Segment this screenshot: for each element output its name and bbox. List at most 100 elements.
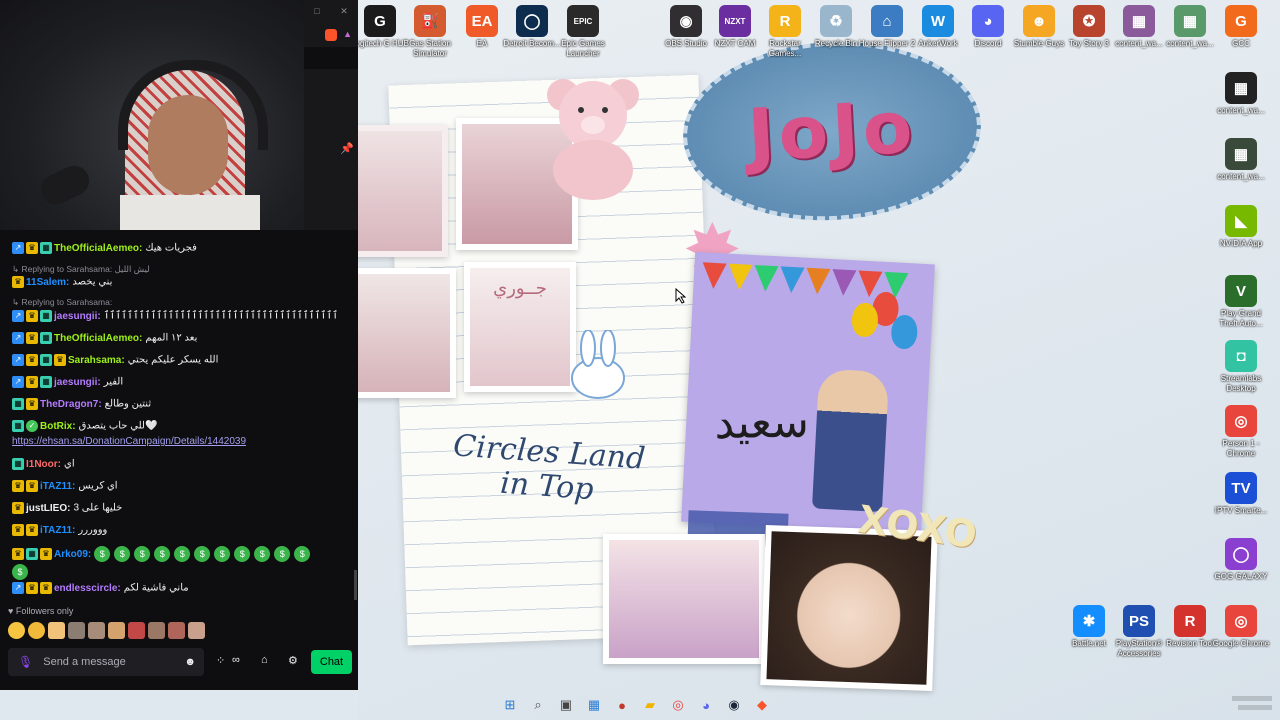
chat-username[interactable]: BotRix: (40, 421, 76, 432)
desktop-icon[interactable]: EPIC Epic Games Launcher (553, 5, 613, 59)
chat-link[interactable]: https://ehsan.sa/DonationCampaign/Detail… (12, 436, 246, 447)
gold-badge-icon[interactable]: ♛ (12, 276, 24, 288)
emote-8[interactable] (148, 622, 165, 639)
chrome-taskbar-icon[interactable]: ◎ (667, 694, 689, 716)
blue-badge-icon[interactable]: ↗ (12, 242, 24, 254)
blue-badge-icon[interactable]: ↗ (12, 332, 24, 344)
desktop-icon[interactable]: TV IPTV Smarte... (1211, 472, 1271, 516)
address-bar[interactable] (304, 47, 358, 69)
chat-message-input[interactable] (41, 655, 176, 669)
gold-badge-icon[interactable]: ♛ (12, 502, 24, 514)
desktop-icon[interactable]: ◎ Google Chrome (1211, 605, 1271, 649)
chat-username[interactable]: Arko09: (54, 549, 91, 560)
desktop-icon[interactable]: ◎ Person 1 - Chrome (1211, 405, 1271, 459)
emote-1[interactable] (8, 622, 25, 639)
emote-3[interactable] (48, 622, 65, 639)
desktop-icon[interactable]: G GCC (1211, 5, 1271, 49)
emote-10[interactable] (188, 622, 205, 639)
desktop-icon[interactable]: ◘ Streamlabs Desktop (1211, 340, 1271, 394)
teal-badge-icon[interactable]: ▦ (40, 354, 52, 366)
gold-badge-icon[interactable]: ♛ (40, 582, 52, 594)
gold-badge-icon[interactable]: ♛ (54, 354, 66, 366)
chat-username[interactable]: justLIEO: (26, 503, 70, 514)
chat-username[interactable]: TheOfficialAemeo: (54, 333, 142, 344)
gold-badge-icon[interactable]: ♛ (40, 548, 52, 560)
chat-username[interactable]: jaesungii: (54, 377, 101, 388)
chat-username[interactable]: Sarahsama: (68, 355, 125, 366)
triangle-icon[interactable]: ▲ (343, 29, 352, 41)
teal-badge-icon[interactable]: ▦ (12, 458, 24, 470)
teal-badge-icon[interactable]: ▦ (40, 242, 52, 254)
search-icon[interactable]: ⌕ (527, 694, 549, 716)
desktop-icon[interactable]: ◯ GOG GALAXY (1211, 538, 1271, 582)
gold-badge-icon[interactable]: ♛ (26, 242, 38, 254)
teal-badge-icon[interactable]: ▦ (26, 548, 38, 560)
gold-badge-icon[interactable]: ♛ (12, 524, 24, 536)
chat-username[interactable]: I1Noor: (26, 459, 61, 470)
start-icon[interactable]: ⊞ (499, 694, 521, 716)
task-view-icon[interactable]: ▣ (555, 694, 577, 716)
blue-badge-icon[interactable]: ↗ (12, 310, 24, 322)
pin-icon[interactable]: 📌 (340, 142, 354, 155)
gold-badge-icon[interactable]: ♛ (26, 398, 38, 410)
chat-username[interactable]: iTAZ11: (40, 481, 75, 492)
emote-6[interactable] (108, 622, 125, 639)
close-icon[interactable]: ✕ (340, 6, 348, 17)
reply-context[interactable]: ↳ Replying to Sarahsama: (12, 297, 112, 308)
blue-badge-icon[interactable]: ↗ (12, 376, 24, 388)
gold-badge-icon[interactable]: ♛ (26, 310, 38, 322)
teal-badge-icon[interactable]: ▦ (12, 398, 24, 410)
gold-badge-icon[interactable]: ♛ (26, 582, 38, 594)
settings-gear-icon[interactable]: ⚙ (288, 654, 298, 667)
chat-username[interactable]: 11Salem: (26, 277, 69, 288)
maximize-icon[interactable]: □ (314, 6, 319, 17)
gold-badge-icon[interactable]: ♛ (12, 480, 24, 492)
teal-badge-icon[interactable]: ▦ (40, 376, 52, 388)
desktop-icon[interactable]: ◣ NVIDIA App (1211, 205, 1271, 249)
microphone-icon[interactable]: 🎙 (18, 655, 33, 669)
teal-badge-icon[interactable]: ▦ (40, 310, 52, 322)
brave-icon[interactable]: ◆ (751, 694, 773, 716)
gold-badge-icon[interactable]: ♛ (26, 376, 38, 388)
desktop-icon-label: NVIDIA App (1219, 239, 1263, 248)
emote-4[interactable] (68, 622, 85, 639)
desktop-icon[interactable]: ⛽ Gas Station Simulator (400, 5, 460, 59)
emote-2[interactable] (28, 622, 45, 639)
chat-username[interactable]: endlesscircle: (54, 583, 121, 594)
chat-send-button[interactable]: Chat (311, 650, 352, 674)
chat-username[interactable]: jaesungii: (54, 311, 101, 322)
obs-taskbar-icon[interactable]: ● (611, 694, 633, 716)
gold-badge-icon[interactable]: ♛ (26, 480, 38, 492)
desktop-icon[interactable]: ▦ content_wa... (1211, 72, 1271, 116)
blue-badge-icon[interactable]: ↗ (12, 582, 24, 594)
gold-badge-icon[interactable]: ♛ (26, 332, 38, 344)
blue-badge-icon[interactable]: ↗ (12, 354, 24, 366)
emote-5[interactable] (88, 622, 105, 639)
discord-taskbar-icon[interactable]: ◕ (695, 694, 717, 716)
gold-badge-icon[interactable]: ♛ (26, 354, 38, 366)
reply-context[interactable]: ↳ Replying to Sarahsama: ليش الليل (12, 264, 150, 275)
steam-icon[interactable]: ◉ (723, 694, 745, 716)
bits-icon[interactable]: ⁘ (216, 654, 225, 667)
emoji-icon[interactable]: ☻ (184, 656, 196, 668)
emote-9[interactable] (168, 622, 185, 639)
gold-badge-icon[interactable]: ♛ (26, 524, 38, 536)
channel-points-label[interactable]: ∞ (232, 654, 240, 666)
chat-username[interactable]: TheDragon7: (40, 399, 102, 410)
store-icon[interactable]: ⌂ (261, 654, 268, 666)
chat-input-box[interactable]: 🎙 ☻ (8, 648, 204, 676)
green-badge-icon[interactable]: ✓ (26, 420, 38, 432)
teal-badge-icon[interactable]: ▦ (12, 420, 24, 432)
widgets-icon[interactable]: ▦ (583, 694, 605, 716)
file-explorer-icon[interactable]: ▰ (639, 694, 661, 716)
brave-shield-icon[interactable] (325, 29, 338, 41)
gold-badge-icon[interactable]: ♛ (12, 548, 24, 560)
teal-badge-icon[interactable]: ▦ (40, 332, 52, 344)
chat-scrollbar[interactable] (354, 570, 357, 600)
emote-7[interactable] (128, 622, 145, 639)
system-tray[interactable] (1232, 694, 1272, 710)
chat-username[interactable]: TheOfficialAemeo: (54, 243, 142, 254)
desktop-icon[interactable]: ▦ content_wa... (1211, 138, 1271, 182)
chat-username[interactable]: iTAZ11: (40, 525, 75, 536)
desktop-icon[interactable]: V Play Grand Theft Auto... (1211, 275, 1271, 329)
